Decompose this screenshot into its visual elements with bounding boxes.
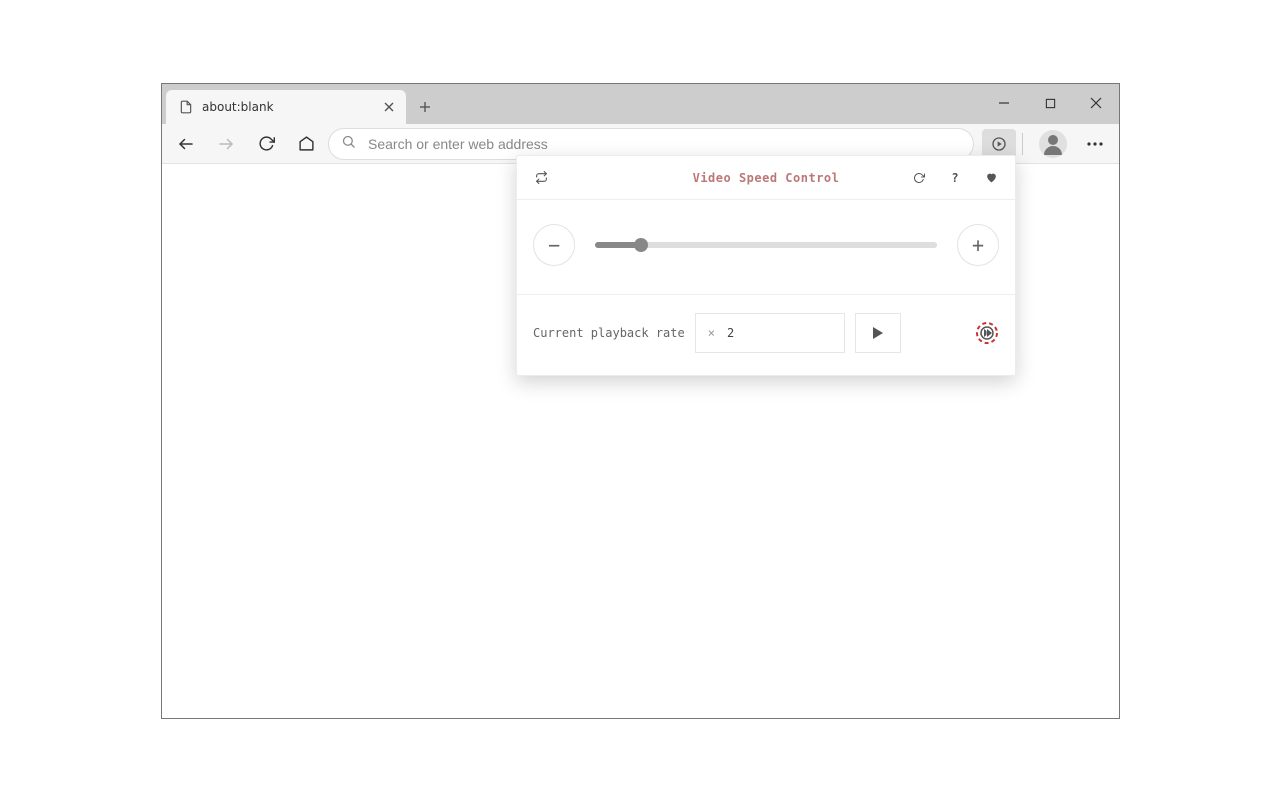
rate-label: Current playback rate: [533, 326, 685, 340]
new-tab-button[interactable]: [410, 92, 440, 122]
apply-rate-button[interactable]: [855, 313, 901, 353]
back-button[interactable]: [168, 128, 204, 160]
popup-body: − +: [517, 200, 1015, 295]
rate-prefix: ×: [708, 326, 715, 340]
search-icon: [341, 134, 356, 153]
profile-avatar[interactable]: [1039, 130, 1067, 158]
increase-speed-button[interactable]: +: [957, 224, 999, 266]
extension-popup: Video Speed Control ? − + Current playba…: [516, 155, 1016, 376]
help-icon[interactable]: ?: [947, 170, 963, 186]
toolbar-separator: [1022, 133, 1023, 155]
popup-footer: Current playback rate ×: [517, 295, 1015, 375]
reload-icon[interactable]: [911, 170, 927, 186]
page-icon: [178, 99, 194, 115]
rate-input[interactable]: [725, 325, 832, 341]
tab-title: about:blank: [202, 100, 380, 114]
tab-strip: about:blank: [162, 84, 1119, 124]
extension-logo-icon: [975, 321, 999, 345]
browser-window: about:blank: [161, 83, 1120, 719]
forward-button[interactable]: [208, 128, 244, 160]
speed-slider[interactable]: [595, 242, 937, 248]
reload-button[interactable]: [248, 128, 284, 160]
home-button[interactable]: [288, 128, 324, 160]
close-window-button[interactable]: [1073, 84, 1119, 122]
window-controls: [981, 84, 1119, 124]
loop-icon[interactable]: [533, 170, 549, 186]
favorite-icon[interactable]: [983, 170, 999, 186]
more-menu-button[interactable]: [1077, 128, 1113, 160]
minimize-button[interactable]: [981, 84, 1027, 122]
rate-input-container: ×: [695, 313, 845, 353]
decrease-speed-button[interactable]: −: [533, 224, 575, 266]
popup-header: Video Speed Control ?: [517, 156, 1015, 200]
tab-about-blank[interactable]: about:blank: [166, 90, 406, 124]
close-tab-button[interactable]: [380, 98, 398, 116]
maximize-button[interactable]: [1027, 84, 1073, 122]
extension-button-video-speed[interactable]: [982, 129, 1016, 159]
address-input[interactable]: [366, 135, 961, 153]
